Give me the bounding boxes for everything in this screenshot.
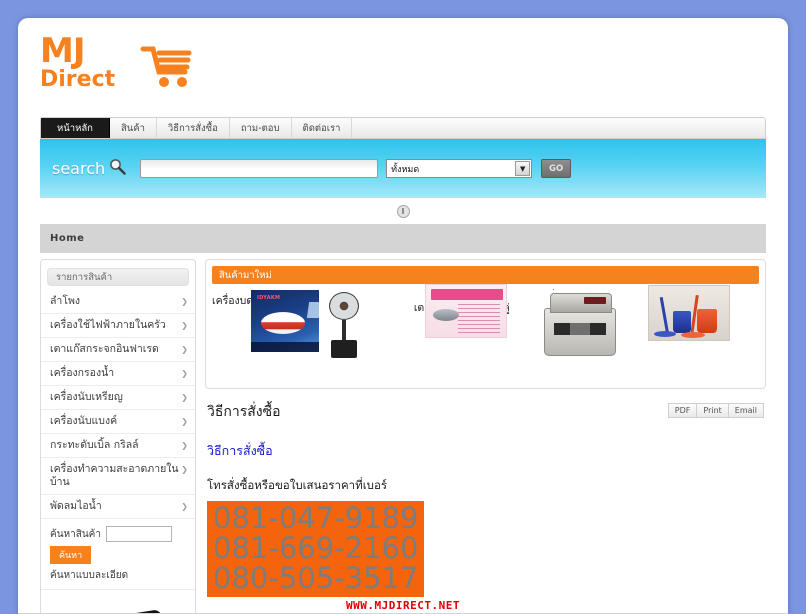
sidebar-item-label: เตาแก๊สกระจกอินฟาเรด <box>50 343 159 355</box>
chevron-right-icon: ❯ <box>181 465 188 474</box>
banknote-counter-image[interactable] <box>540 290 621 360</box>
mop-handle-shape <box>659 297 669 335</box>
new-products-list: เครื่องบดน้ำแข็งใสเกล็ดหิมะ IDYAKM พัดลม… <box>212 284 759 382</box>
thumb-burner-shape <box>432 309 459 321</box>
chevron-right-icon: ❯ <box>181 297 188 306</box>
spin-mop-bucket-image[interactable] <box>647 285 730 341</box>
chevron-right-icon: ❯ <box>181 393 188 402</box>
sidebar-item-label: เครื่องทำความสะอาดภายในบ้าน <box>50 463 179 488</box>
fan-head-shape <box>329 292 360 320</box>
article-subheading[interactable]: วิธีการสั่งซื้อ <box>207 441 764 461</box>
fan-pole-shape <box>342 320 347 342</box>
chevron-right-icon: ❯ <box>181 345 188 354</box>
sidebar-search-label: ค้นหาสินค้า <box>50 528 101 540</box>
sidebar-item-coin-counter[interactable]: เครื่องนับเหรียญ ❯ <box>41 386 195 410</box>
export-pdf-button[interactable]: PDF <box>667 403 698 418</box>
search-bar: search ทั้งหมด ▼ GO <box>40 139 766 198</box>
nav-item-how-to-order[interactable]: วิธีการสั่งซื้อ <box>157 118 230 138</box>
sidebar-title: รายการสินค้า <box>47 268 189 286</box>
thumb-banner-shape <box>430 289 503 300</box>
sidebar-search-input[interactable] <box>105 526 172 542</box>
shopping-cart-icon <box>137 41 195 95</box>
search-go-button[interactable]: GO <box>541 159 572 178</box>
site-logo[interactable]: MJ Direct <box>40 34 192 98</box>
mop-pad-shape <box>653 331 676 337</box>
sidebar-item-kitchen-appliances[interactable]: เครื่องใช้ไฟฟ้าภายในครัว ❯ <box>41 314 195 338</box>
loading-strip <box>40 198 766 224</box>
sidebar-item-double-grill-pan[interactable]: กระทะดับเบิ้ล กริลล์ ❯ <box>41 434 195 458</box>
phone-numbers-block: 081-047-9189 081-669-2160 080-505-3517 <box>207 501 425 597</box>
search-category-select[interactable]: ทั้งหมด ▼ <box>386 159 533 178</box>
sidebar-search-button[interactable]: ค้นหา <box>50 546 92 564</box>
sidebar: รายการสินค้า ลำโพง ❯ เครื่องใช้ไฟฟ้าภายใ… <box>40 259 196 614</box>
counter-slot-shape <box>554 323 607 335</box>
page-shell: MJ Direct หน้าหลัก สินค้า วิธีการสั่งซื้… <box>18 18 788 614</box>
new-products-header: สินค้ามาใหม่ <box>212 266 759 284</box>
phone-number[interactable]: 080-505-3517 <box>213 563 418 593</box>
sidebar-item-label: พัดลมไอน้ำ <box>50 500 102 512</box>
site-header: MJ Direct <box>18 18 788 114</box>
chevron-right-icon: ❯ <box>181 321 188 330</box>
sidebar-item-label: เครื่องนับเหรียญ <box>50 391 123 403</box>
sidebar-item-infrared-glass-stove[interactable]: เตาแก๊สกระจกอินฟาเรด ❯ <box>41 338 195 362</box>
new-products-panel: สินค้ามาใหม่ เครื่องบดน้ำแข็งใสเกล็ดหิมะ… <box>205 259 766 389</box>
fan-base-shape <box>331 340 358 358</box>
loading-spinner-icon <box>396 204 410 218</box>
sidebar-item-speakers[interactable]: ลำโพง ❯ <box>41 290 195 314</box>
chevron-down-icon[interactable]: ▼ <box>515 161 531 176</box>
sidebar-item-label: เครื่องกรองน้ำ <box>50 367 115 379</box>
nav-item-faq[interactable]: ถาม-ตอบ <box>230 118 292 138</box>
phone-number[interactable]: 081-047-9189 <box>213 503 418 533</box>
chevron-right-icon: ❯ <box>181 502 188 511</box>
sidebar-item-banknote-counter[interactable]: เครื่องนับแบงค์ ❯ <box>41 410 195 434</box>
nav-item-contact[interactable]: ติดต่อเรา <box>292 118 353 138</box>
stainless-gas-stove-image[interactable] <box>424 284 507 338</box>
product-card[interactable]: เตาแก๊สเสตนเลสหัวคู่ <box>414 284 540 382</box>
sidebar-item-home-cleaning[interactable]: เครื่องทำความสะอาดภายในบ้าน ❯ <box>41 458 195 495</box>
article-tools: PDF Print Email <box>667 403 764 418</box>
product-card[interactable]: เครื่องนับแบงค์ <box>539 290 649 382</box>
site-url-footer: WWW.MJDIRECT.NET <box>346 599 460 612</box>
nav-item-home[interactable]: หน้าหลัก <box>41 118 110 138</box>
mop-bucket-shape <box>672 311 691 333</box>
email-button[interactable]: Email <box>727 403 764 418</box>
sidebar-item-label: เครื่องนับแบงค์ <box>50 415 118 427</box>
sidebar-search-box: ค้นหาสินค้า ค้นหา ค้นหาแบบละเอียด <box>41 519 195 590</box>
mop-pad-shape <box>680 332 705 338</box>
nav-item-products[interactable]: สินค้า <box>110 118 157 138</box>
chevron-right-icon: ❯ <box>181 441 188 450</box>
advanced-search-link[interactable]: ค้นหาแบบละเอียด <box>50 568 186 583</box>
search-category-value: ทั้งหมด <box>391 164 420 175</box>
print-button[interactable]: Print <box>696 403 729 418</box>
sidebar-item-mist-fan[interactable]: พัดลมไอน้ำ ❯ <box>41 495 195 519</box>
mop-bucket-shape <box>696 309 717 333</box>
thumb-logo-text: IDYAKM <box>257 295 281 301</box>
mist-fan-image[interactable] <box>319 290 370 360</box>
sidebar-item-label: ลำโพง <box>50 295 81 307</box>
thumb-text-lines <box>457 304 500 334</box>
sidebar-item-water-filter[interactable]: เครื่องกรองน้ำ ❯ <box>41 362 195 386</box>
search-label: search <box>52 159 106 178</box>
search-input[interactable] <box>140 159 379 178</box>
product-card[interactable]: ไม้ม็อบ 360องศา <box>647 285 759 382</box>
main-column: สินค้ามาใหม่ เครื่องบดน้ำแข็งใสเกล็ดหิมะ… <box>205 259 766 614</box>
counter-display-shape <box>584 297 607 304</box>
breadcrumb: Home <box>40 224 766 253</box>
sidebar-item-label: เครื่องใช้ไฟฟ้าภายในครัว <box>50 319 166 331</box>
phone-number[interactable]: 081-669-2160 <box>213 533 418 563</box>
content-area: รายการสินค้า ลำโพง ❯ เครื่องใช้ไฟฟ้าภายใ… <box>40 259 766 614</box>
sidebar-item-label: กระทะดับเบิ้ล กริลล์ <box>50 439 139 451</box>
article: PDF Print Email วิธีการสั่งซื้อ วิธีการส… <box>205 401 766 597</box>
magnifier-icon <box>109 158 126 179</box>
product-card[interactable]: เครื่องบดน้ำแข็งใสเกล็ดหิมะ IDYAKM <box>212 290 340 382</box>
breadcrumb-item-home[interactable]: Home <box>50 233 84 244</box>
chevron-right-icon: ❯ <box>181 417 188 426</box>
main-navigation: หน้าหลัก สินค้า วิธีการสั่งซื้อ ถาม-ตอบ … <box>40 117 766 139</box>
chevron-right-icon: ❯ <box>181 369 188 378</box>
article-lead-text: โทรสั่งซื้อหรือขอใบเสนอราคาที่เบอร์ <box>207 478 388 492</box>
